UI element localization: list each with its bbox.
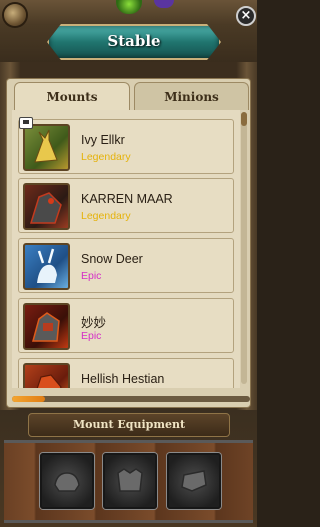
- horizontal-progress-bar[interactable]: [12, 396, 250, 402]
- list-scrollbar[interactable]: [241, 112, 247, 384]
- window-title: Stable: [107, 32, 161, 50]
- mount-name: KARREN MAAR: [81, 192, 173, 206]
- horizontal-progress-fill: [12, 396, 46, 402]
- corner-ornament-icon: [4, 4, 26, 26]
- mount-name: Hellish Hestian: [81, 372, 165, 386]
- mount-row-snow-deer[interactable]: Snow Deer Epic: [18, 238, 234, 293]
- mount-rarity: Epic: [81, 270, 102, 282]
- mount-row-ivy-ellkr[interactable]: Ivy Ellkr Legendary: [18, 117, 234, 174]
- armored-mount-portrait-icon: [23, 303, 70, 350]
- hellish-hestian-portrait-icon: [23, 363, 70, 388]
- horseshoe-slot-icon: [181, 470, 207, 492]
- mount-row-hellish-hestian[interactable]: Hellish Hestian: [18, 358, 234, 388]
- mount-list: Ivy Ellkr Legendary KARREN MAAR Legendar…: [12, 110, 240, 388]
- armor-slot[interactable]: [103, 453, 157, 509]
- note-badge-icon: [19, 117, 33, 129]
- equipment-header: Mount Equipment: [28, 413, 230, 437]
- mount-row-armored[interactable]: 妙妙 Epic: [18, 298, 234, 353]
- karren-maar-portrait-icon: [23, 183, 70, 230]
- scrollbar-thumb[interactable]: [241, 112, 247, 126]
- mount-rarity: Epic: [81, 330, 102, 342]
- mount-row-karren-maar[interactable]: KARREN MAAR Legendary: [18, 178, 234, 233]
- mount-rarity: Legendary: [81, 210, 131, 222]
- saddle-slot-icon: [54, 472, 80, 492]
- tab-minions[interactable]: Minions: [134, 82, 249, 110]
- mount-name: 妙妙: [81, 316, 107, 330]
- horseshoe-slot[interactable]: [167, 453, 221, 509]
- close-button[interactable]: ×: [236, 6, 256, 26]
- ivy-elk-portrait-icon: [23, 124, 70, 171]
- tab-mounts[interactable]: Mounts: [14, 82, 130, 111]
- snow-deer-portrait-icon: [23, 243, 70, 290]
- mount-rarity: Legendary: [81, 151, 131, 163]
- saddle-slot[interactable]: [40, 453, 94, 509]
- armor-slot-icon: [117, 468, 143, 492]
- mount-name: Ivy Ellkr: [81, 133, 125, 147]
- stable-window: Stable × Mounts Minions Ivy Ellkr Legend…: [0, 0, 257, 527]
- tab-bar: Mounts Minions: [12, 82, 250, 111]
- mount-name: Snow Deer: [81, 252, 143, 266]
